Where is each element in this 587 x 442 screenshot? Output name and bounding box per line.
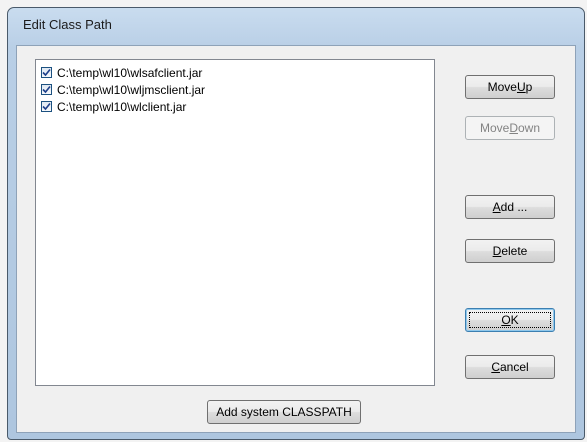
focus-rectangle	[469, 312, 551, 328]
classpath-item-label: C:\temp\wl10\wlsafclient.jar	[57, 65, 203, 80]
move-down-button[interactable]: Move Down	[465, 116, 555, 140]
delete-button[interactable]: Delete	[465, 239, 555, 263]
checkbox-checked-icon[interactable]	[41, 101, 52, 112]
classpath-item-label: C:\temp\wl10\wljmsclient.jar	[57, 82, 206, 97]
checkbox-checked-icon[interactable]	[41, 84, 52, 95]
move-up-button[interactable]: Move Up	[465, 75, 555, 99]
checkbox-checked-icon[interactable]	[41, 67, 52, 78]
classpath-item-label: C:\temp\wl10\wlclient.jar	[57, 99, 187, 114]
ok-button[interactable]: OK	[465, 308, 555, 332]
add-system-classpath-button[interactable]: Add system CLASSPATH	[207, 400, 361, 424]
title-bar[interactable]: Edit Class Path	[8, 8, 584, 38]
classpath-list[interactable]: C:\temp\wl10\wlsafclient.jar C:\temp\wl1…	[35, 59, 435, 386]
classpath-list-item[interactable]: C:\temp\wl10\wlclient.jar	[41, 98, 186, 115]
add-button[interactable]: Add ...	[465, 195, 555, 219]
dialog-client-area: C:\temp\wl10\wlsafclient.jar C:\temp\wl1…	[16, 45, 576, 433]
window-title: Edit Class Path	[23, 17, 112, 32]
classpath-list-item[interactable]: C:\temp\wl10\wlsafclient.jar	[41, 64, 202, 81]
classpath-list-item[interactable]: C:\temp\wl10\wljmsclient.jar	[41, 81, 205, 98]
cancel-button[interactable]: Cancel	[465, 355, 555, 379]
dialog-window: Edit Class Path C:\temp\wl10\wlsafclient…	[7, 7, 585, 440]
